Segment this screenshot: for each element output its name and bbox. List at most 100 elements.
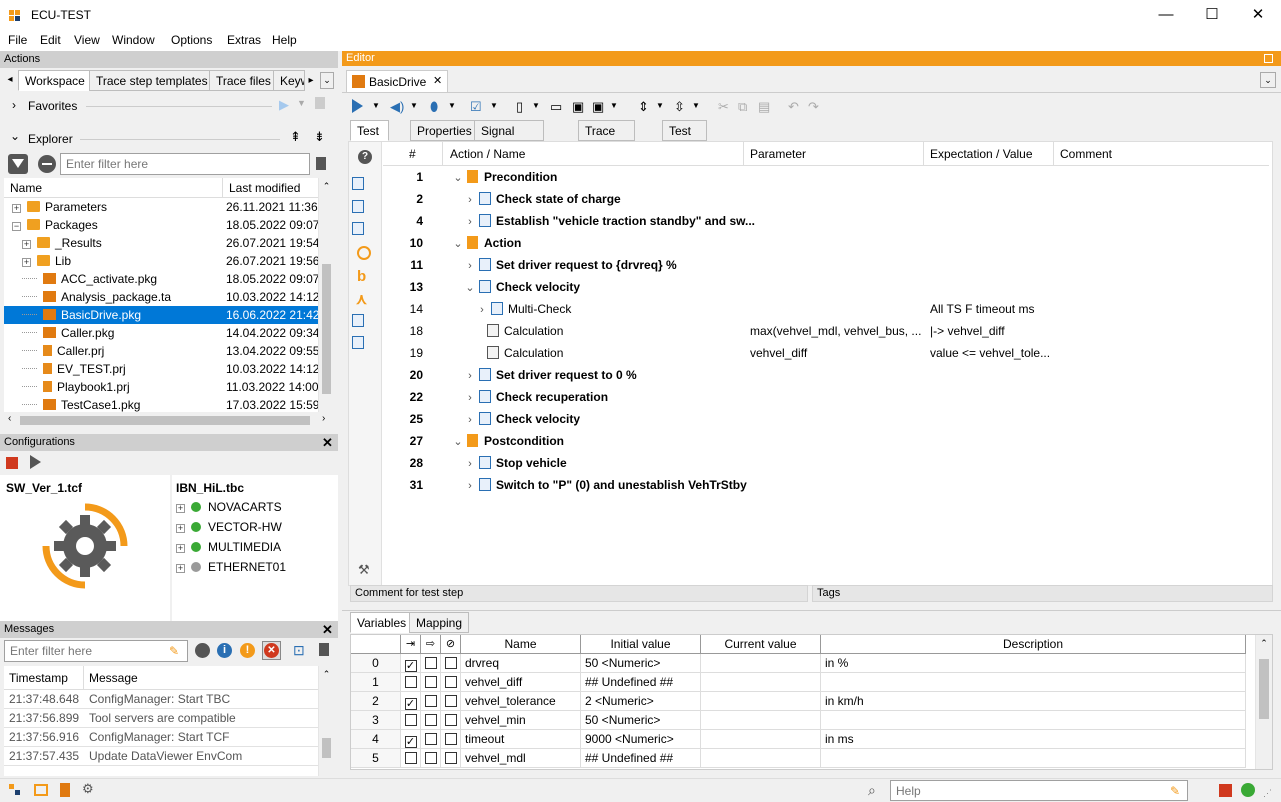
- col-message[interactable]: Message: [89, 666, 138, 690]
- stop-status-icon[interactable]: [1219, 784, 1232, 797]
- variable-name[interactable]: drvreq: [461, 654, 581, 673]
- col-var-name[interactable]: Name: [461, 635, 581, 654]
- test-step-row[interactable]: 19 Calculation vehvel_diff value <= vehvel_…: [383, 342, 1269, 364]
- variable-row-index[interactable]: 5: [351, 749, 401, 768]
- checkbox[interactable]: [404, 714, 417, 726]
- variable-description[interactable]: [821, 749, 1246, 768]
- checkbox[interactable]: [444, 676, 457, 688]
- checkbox[interactable]: [404, 676, 417, 688]
- status-logo-icon[interactable]: [9, 784, 23, 796]
- test-step-row[interactable]: 20 › Set driver request to 0 %: [383, 364, 1269, 386]
- explorer-row[interactable]: Analysis_package.ta 10.03.2022 14:12: [4, 288, 318, 306]
- tab-workspace[interactable]: Workspace: [18, 70, 92, 91]
- col-description[interactable]: Description: [821, 635, 1246, 654]
- dropdown-icon[interactable]: ▼: [410, 101, 418, 110]
- palette-step-icon[interactable]: [352, 177, 364, 190]
- test-step-row[interactable]: 10 ⌄ Action: [383, 232, 1269, 254]
- col-initial-value[interactable]: Initial value: [581, 635, 701, 654]
- dropdown-icon[interactable]: ▼: [490, 101, 498, 110]
- chevron-right-icon[interactable]: ›: [465, 453, 475, 475]
- chevron-right-icon[interactable]: ›: [465, 255, 475, 277]
- undo-icon[interactable]: ↶: [788, 99, 799, 115]
- col-action-name[interactable]: Action / Name: [450, 142, 525, 166]
- trash-icon[interactable]: [316, 157, 326, 170]
- variable-initial-value[interactable]: 2 <Numeric>: [581, 692, 701, 711]
- variable-description[interactable]: in km/h: [821, 692, 1246, 711]
- explorer-row[interactable]: Caller.prj 13.04.2022 09:55: [4, 342, 318, 360]
- explorer-filter-input[interactable]: Enter filter here: [60, 153, 310, 175]
- loop-icon[interactable]: b: [357, 268, 366, 285]
- info-filter-icon[interactable]: i: [217, 643, 232, 658]
- explorer-row[interactable]: ACC_activate.pkg 18.05.2022 09:07: [4, 270, 318, 288]
- trash-icon[interactable]: [315, 97, 325, 109]
- explorer-row[interactable]: + Lib 26.07.2021 19:56: [4, 252, 318, 270]
- search-icon[interactable]: ⌕: [868, 782, 876, 799]
- message-row[interactable]: 21:37:56.916 ConfigManager: Start TCF: [4, 728, 318, 747]
- message-row[interactable]: 21:37:56.899 Tool servers are compatible: [4, 709, 318, 728]
- explorer-row[interactable]: + _Results 26.07.2021 19:54: [4, 234, 318, 252]
- debug-run-icon[interactable]: ◀): [390, 99, 404, 115]
- trash-icon[interactable]: [319, 643, 329, 656]
- palette-check-icon[interactable]: [352, 314, 364, 327]
- expand-icon[interactable]: +: [176, 544, 185, 553]
- debug-filter-icon[interactable]: [195, 643, 210, 658]
- subtab-test-report[interactable]: Test report: [662, 120, 708, 158]
- variable-name[interactable]: timeout: [461, 730, 581, 749]
- redo-icon[interactable]: ↷: [808, 99, 819, 115]
- subtab-trace-analysis[interactable]: Trace analysis: [578, 120, 636, 158]
- menu-help[interactable]: Help: [272, 33, 297, 47]
- chevron-right-icon[interactable]: ›: [465, 475, 475, 497]
- message-row[interactable]: 21:37:48.648 ConfigManager: Start TBC: [4, 690, 318, 709]
- variable-initial-value[interactable]: 9000 <Numeric>: [581, 730, 701, 749]
- col-last-modified[interactable]: Last modified: [229, 178, 300, 198]
- checkbox[interactable]: ✓: [404, 698, 417, 710]
- test-step-row[interactable]: 28 › Stop vehicle: [383, 452, 1269, 474]
- col-expectation[interactable]: Expectation / Value: [930, 142, 1033, 166]
- expand-all-icon[interactable]: ⇞: [290, 129, 301, 145]
- doc-list-dropdown-icon[interactable]: ⌄: [1260, 72, 1276, 88]
- checkbox[interactable]: [444, 714, 457, 726]
- chevron-right-icon[interactable]: ›: [12, 98, 16, 112]
- in-port-icon[interactable]: ⇥: [401, 635, 421, 654]
- checkbox[interactable]: [424, 714, 437, 726]
- menu-file[interactable]: File: [8, 33, 27, 47]
- tbc-item[interactable]: + VECTOR-HW: [176, 517, 336, 537]
- explorer-row[interactable]: + Parameters 26.11.2021 11:36: [4, 198, 318, 216]
- test-step-row[interactable]: 2 › Check state of charge: [383, 188, 1269, 210]
- chevron-down-icon[interactable]: ⌄: [453, 167, 463, 189]
- tbc-item[interactable]: + NOVACARTS: [176, 497, 336, 517]
- menu-edit[interactable]: Edit: [40, 33, 61, 47]
- col-timestamp[interactable]: Timestamp: [9, 666, 68, 690]
- paste-icon[interactable]: ▤: [758, 99, 770, 115]
- checkbox[interactable]: [444, 657, 457, 669]
- explorer-row[interactable]: Caller.pkg 14.04.2022 09:34: [4, 324, 318, 342]
- tab-keywords[interactable]: Keyw: [273, 70, 305, 91]
- test-step-row[interactable]: 31 › Switch to "P" (0) and unestablish Veh…: [383, 474, 1269, 496]
- checklist-icon[interactable]: ☑: [470, 99, 482, 115]
- checkbox[interactable]: [444, 695, 457, 707]
- subtab-properties[interactable]: Properties: [410, 120, 479, 141]
- save-icon[interactable]: ▣: [572, 99, 584, 115]
- close-icon[interactable]: ✕: [322, 621, 333, 638]
- expand-icon[interactable]: +: [176, 504, 185, 513]
- run-icon[interactable]: [352, 99, 363, 113]
- expand-icon[interactable]: +: [22, 240, 31, 249]
- palette-step-icon[interactable]: [352, 200, 364, 213]
- explorer-row[interactable]: − Packages 18.05.2022 09:07: [4, 216, 318, 234]
- checkbox[interactable]: [424, 695, 437, 707]
- tab-trace-files[interactable]: Trace files: [209, 70, 278, 91]
- menu-extras[interactable]: Extras: [227, 33, 261, 47]
- messages-scrollbar[interactable]: ⌃: [318, 666, 334, 776]
- variable-description[interactable]: [821, 673, 1246, 692]
- maximize-panel-icon[interactable]: [1264, 54, 1273, 63]
- expand-icon[interactable]: +: [12, 204, 21, 213]
- tags-label[interactable]: Tags: [812, 585, 1273, 602]
- col-comment[interactable]: Comment: [1060, 142, 1112, 166]
- palette-comment-icon[interactable]: [352, 336, 364, 349]
- col-parameter[interactable]: Parameter: [750, 142, 806, 166]
- checkbox[interactable]: [404, 752, 417, 764]
- chevron-right-icon[interactable]: ›: [465, 365, 475, 387]
- checkbox[interactable]: [424, 657, 437, 669]
- variable-row-index[interactable]: 0: [351, 654, 401, 673]
- checkbox[interactable]: [424, 733, 437, 745]
